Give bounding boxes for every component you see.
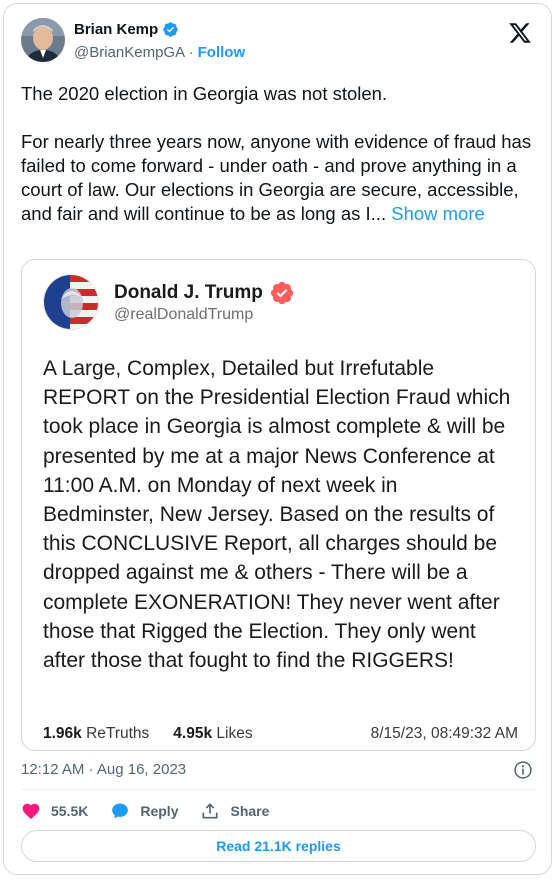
- share-button[interactable]: Share: [200, 801, 269, 821]
- reply-button[interactable]: Reply: [110, 801, 178, 821]
- heart-icon: [22, 803, 40, 820]
- quoted-likes-count: 4.95k: [173, 725, 213, 742]
- author-avatar[interactable]: [21, 18, 65, 62]
- tweet-text: The 2020 election in Georgia was not sto…: [21, 82, 536, 250]
- author-handle-row: @BrianKempGA · Follow: [74, 44, 245, 61]
- likes-stat: 4.95k Likes: [173, 725, 252, 743]
- x-logo-icon[interactable]: [508, 21, 532, 45]
- quoted-post[interactable]: Donald J. Trump @realDonaldTrump A Large…: [21, 259, 536, 751]
- author-name-text[interactable]: Brian Kemp: [74, 21, 158, 38]
- tweet-paragraph-2: For nearly three years now, anyone with …: [21, 130, 536, 226]
- read-replies-button[interactable]: Read 21.1K replies: [21, 830, 536, 862]
- like-count: 55.5K: [51, 803, 89, 819]
- verified-badge-icon: [163, 22, 178, 37]
- retruths-count: 1.96k: [43, 725, 82, 742]
- quoted-post-text: A Large, Complex, Detailed but Irrefutab…: [43, 357, 511, 673]
- quoted-author-name-text: Donald J. Trump: [114, 282, 263, 303]
- quoted-likes-label: Likes: [216, 725, 253, 742]
- quoted-post-date: 8/15/23, 08:49:32 AM: [370, 725, 518, 742]
- quoted-author-avatar: [43, 274, 99, 330]
- quoted-author-name: Donald J. Trump: [114, 280, 295, 306]
- like-button[interactable]: 55.5K: [21, 801, 88, 821]
- author-name[interactable]: Brian Kemp: [74, 21, 179, 38]
- quoted-post-stats: 1.96k ReTruths 4.95k Likes: [43, 725, 277, 743]
- retruths-stat: 1.96k ReTruths: [43, 725, 149, 743]
- share-label: Share: [230, 803, 270, 819]
- tweet-timestamp[interactable]: 12:12 AM · Aug 16, 2023: [21, 761, 186, 778]
- action-bar: 55.5K Reply Share: [21, 799, 291, 823]
- truth-verified-badge-icon: [270, 281, 293, 305]
- retruths-label: ReTruths: [86, 725, 150, 742]
- author-handle[interactable]: @BrianKempGA: [74, 44, 184, 61]
- quoted-author-handle: @realDonaldTrump: [114, 306, 254, 323]
- share-upload-icon: [202, 803, 218, 819]
- separator-dot: ·: [188, 44, 194, 61]
- reply-bubble-icon: [112, 803, 129, 819]
- tweet-card: Brian Kemp @BrianKempGA · Follow The 202…: [3, 3, 552, 875]
- info-icon[interactable]: [513, 760, 533, 780]
- follow-button[interactable]: Follow: [198, 44, 246, 61]
- reply-label: Reply: [140, 803, 179, 819]
- divider: [21, 789, 536, 790]
- tweet-paragraph-1: The 2020 election in Georgia was not sto…: [21, 83, 388, 104]
- show-more-link[interactable]: Show more: [391, 203, 485, 224]
